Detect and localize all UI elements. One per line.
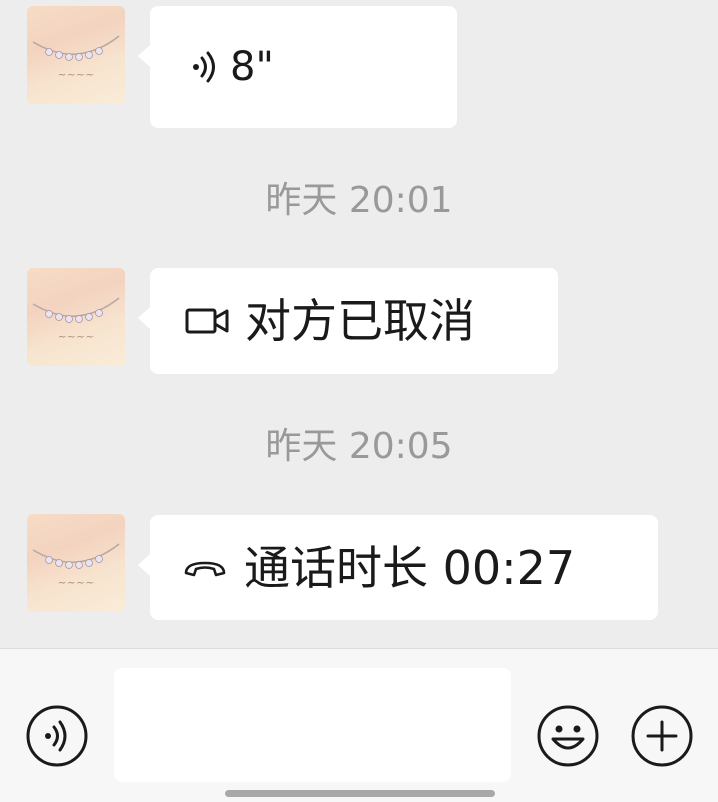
message-input[interactable] [114, 668, 511, 782]
video-call-bubble[interactable]: 对方已取消 [138, 268, 558, 374]
voice-wave-icon [192, 51, 218, 83]
chat-message-list[interactable]: ~~~~ 8" 昨天 20:01 ~~~~ 对方已取消 昨天 20:05 ~~~… [0, 0, 718, 648]
call-duration-text: 通话时长 00:27 [244, 540, 576, 595]
svg-text:~~~~: ~~~~ [58, 576, 95, 589]
voice-message-bubble[interactable]: 8" [138, 6, 457, 128]
video-camera-icon [185, 306, 229, 336]
voice-input-icon[interactable] [26, 705, 88, 767]
plus-icon[interactable] [631, 705, 693, 767]
svg-text:~~~~: ~~~~ [58, 68, 95, 81]
svg-text:~~~~: ~~~~ [58, 330, 95, 343]
contact-avatar[interactable]: ~~~~ [27, 514, 125, 612]
home-indicator [225, 790, 495, 797]
voice-duration: 8" [230, 44, 274, 90]
voice-call-bubble[interactable]: 通话时长 00:27 [138, 515, 658, 620]
contact-avatar[interactable]: ~~~~ [27, 268, 125, 366]
emoji-smile-icon[interactable] [537, 705, 599, 767]
phone-hangup-icon [182, 557, 228, 579]
contact-avatar[interactable]: ~~~~ [27, 6, 125, 104]
call-status-text: 对方已取消 [245, 294, 475, 348]
timestamp: 昨天 20:05 [265, 426, 453, 467]
timestamp: 昨天 20:01 [265, 180, 453, 221]
